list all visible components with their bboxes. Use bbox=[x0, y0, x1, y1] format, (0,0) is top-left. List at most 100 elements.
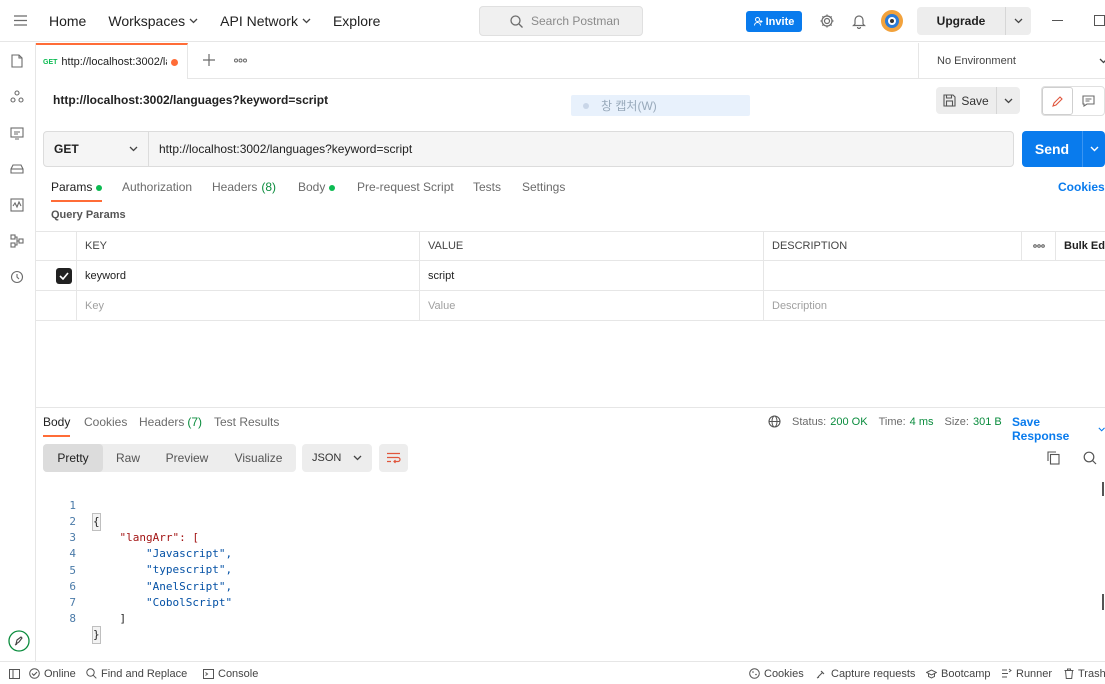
code-scrollbar[interactable] bbox=[1101, 482, 1105, 612]
response-tab-headers[interactable]: Headers (7) bbox=[139, 415, 202, 437]
response-tab-cookies-label: Cookies bbox=[84, 415, 128, 429]
response-divider[interactable] bbox=[36, 407, 1105, 408]
active-dot bbox=[96, 185, 103, 191]
chevron-down-icon bbox=[1099, 58, 1105, 64]
nav-home-label: Home bbox=[49, 13, 87, 29]
new-key-input[interactable]: Key bbox=[76, 291, 420, 320]
nav-workspaces[interactable]: Workspaces bbox=[108, 13, 198, 29]
statusbar-cookies-button[interactable]: Cookies bbox=[749, 662, 804, 684]
code-text: "AnelScript", bbox=[93, 580, 233, 593]
bulk-edit-button[interactable]: Bulk Edit bbox=[1055, 231, 1105, 260]
more-tabs-icon[interactable] bbox=[234, 58, 247, 63]
upgrade-label[interactable]: Upgrade bbox=[917, 14, 1005, 28]
scrollbar-thumb-top[interactable] bbox=[1102, 482, 1104, 496]
save-main[interactable]: Save bbox=[936, 87, 996, 114]
toggle-sidebar-icon[interactable] bbox=[9, 662, 20, 684]
collections-icon[interactable] bbox=[10, 54, 26, 70]
view-preview[interactable]: Preview bbox=[153, 444, 221, 472]
flows-icon[interactable] bbox=[10, 234, 26, 250]
cookie-icon bbox=[749, 668, 760, 679]
invite-label: Invite bbox=[765, 15, 795, 28]
maximize-window-icon[interactable] bbox=[1094, 15, 1105, 26]
search-response-icon[interactable] bbox=[1083, 451, 1097, 465]
history-icon[interactable] bbox=[10, 270, 26, 286]
tab-headers[interactable]: Headers (8) bbox=[212, 180, 276, 202]
bell-icon[interactable] bbox=[851, 13, 867, 29]
comments-button[interactable] bbox=[1073, 87, 1104, 115]
edit-mode-button[interactable] bbox=[1042, 87, 1073, 115]
column-options-icon[interactable] bbox=[1021, 231, 1055, 260]
monitors-icon[interactable] bbox=[10, 198, 26, 214]
runner-button[interactable]: Runner bbox=[1001, 662, 1052, 684]
format-select[interactable]: JSON bbox=[302, 444, 372, 472]
send-label[interactable]: Send bbox=[1022, 131, 1082, 167]
method-label: GET bbox=[54, 142, 79, 156]
console-button[interactable]: Console bbox=[203, 662, 258, 684]
response-tab-body[interactable]: Body bbox=[43, 415, 71, 437]
view-visualize[interactable]: Visualize bbox=[221, 444, 296, 472]
rocket-icon[interactable] bbox=[8, 630, 30, 652]
size-value[interactable]: 301 B bbox=[973, 416, 1002, 428]
save-response-button[interactable]: Save Response bbox=[1012, 415, 1105, 443]
method-select[interactable]: GET bbox=[44, 132, 149, 166]
param-value: script bbox=[428, 269, 455, 282]
capture-requests-button[interactable]: Capture requests bbox=[816, 662, 915, 684]
invite-button[interactable]: Invite bbox=[746, 11, 802, 32]
response-tab-test-results[interactable]: Test Results bbox=[214, 415, 279, 437]
nav-home[interactable]: Home bbox=[49, 13, 86, 29]
request-title[interactable]: http://localhost:3002/languages?keyword=… bbox=[53, 93, 328, 107]
find-replace-button[interactable]: Find and Replace bbox=[86, 662, 187, 684]
scrollbar-thumb-bottom[interactable] bbox=[1102, 594, 1104, 610]
environments-icon[interactable] bbox=[10, 126, 26, 142]
param-key-cell[interactable]: keyword bbox=[76, 261, 420, 290]
tab-params[interactable]: Params bbox=[51, 180, 103, 202]
code-line: 6 "CobolScript" bbox=[36, 563, 232, 609]
send-dropdown[interactable] bbox=[1082, 131, 1105, 167]
url-input[interactable]: http://localhost:3002/languages?keyword=… bbox=[149, 132, 1013, 166]
new-value-input[interactable]: Value bbox=[419, 291, 764, 320]
view-pretty[interactable]: Pretty bbox=[43, 444, 103, 472]
tab-tests[interactable]: Tests bbox=[473, 180, 501, 202]
nav-api-network[interactable]: API Network bbox=[220, 13, 311, 29]
tab-settings[interactable]: Settings bbox=[522, 180, 565, 202]
cookies-link[interactable]: Cookies bbox=[1058, 180, 1105, 194]
search-input[interactable]: Search Postman bbox=[479, 6, 643, 36]
minimize-window-icon[interactable] bbox=[1052, 20, 1063, 21]
response-tab-cookies[interactable]: Cookies bbox=[84, 415, 127, 437]
bootcamp-button[interactable]: Bootcamp bbox=[926, 662, 991, 684]
mock-servers-icon[interactable] bbox=[10, 162, 26, 178]
time-value[interactable]: 4 ms bbox=[910, 416, 934, 428]
wrap-lines-button[interactable] bbox=[379, 444, 408, 472]
param-enabled-checkbox[interactable] bbox=[56, 268, 72, 284]
copy-icon[interactable] bbox=[1047, 451, 1060, 465]
param-value-cell[interactable]: script bbox=[419, 261, 764, 290]
environment-select[interactable]: No Environment bbox=[918, 43, 1105, 79]
tab-authorization[interactable]: Authorization bbox=[122, 180, 192, 202]
hamburger-menu-icon[interactable] bbox=[14, 15, 27, 26]
tab-pre-request-script[interactable]: Pre-request Script bbox=[357, 180, 454, 202]
checkmark-icon bbox=[59, 272, 69, 280]
header-description: DESCRIPTION bbox=[763, 231, 1021, 260]
save-button[interactable]: Save bbox=[936, 87, 1020, 114]
view-raw[interactable]: Raw bbox=[103, 444, 153, 472]
apis-icon[interactable] bbox=[10, 90, 26, 106]
send-button[interactable]: Send bbox=[1022, 131, 1105, 167]
upgrade-dropdown[interactable] bbox=[1005, 7, 1031, 35]
environment-label: No Environment bbox=[937, 55, 1016, 67]
globe-icon[interactable] bbox=[768, 415, 781, 428]
trash-button[interactable]: Trash bbox=[1064, 662, 1105, 684]
new-tab-icon[interactable] bbox=[203, 54, 215, 66]
ghost-tooltip: 창 캡처(W) bbox=[571, 95, 750, 116]
pencil-icon bbox=[1052, 95, 1063, 107]
save-dropdown[interactable] bbox=[996, 87, 1020, 114]
nav-explore[interactable]: Explore bbox=[333, 13, 380, 29]
param-description-cell[interactable] bbox=[763, 261, 1105, 290]
avatar[interactable] bbox=[880, 9, 904, 33]
settings-icon[interactable] bbox=[819, 13, 835, 29]
upgrade-button[interactable]: Upgrade bbox=[917, 7, 1031, 35]
new-description-input[interactable]: Description bbox=[763, 291, 1105, 320]
tab-active-request[interactable]: GET http://localhost:3002/languages?keyw… bbox=[36, 43, 188, 79]
status-value[interactable]: 200 OK bbox=[830, 416, 867, 428]
tab-body[interactable]: Body bbox=[298, 180, 336, 202]
online-status[interactable]: Online bbox=[29, 662, 76, 684]
